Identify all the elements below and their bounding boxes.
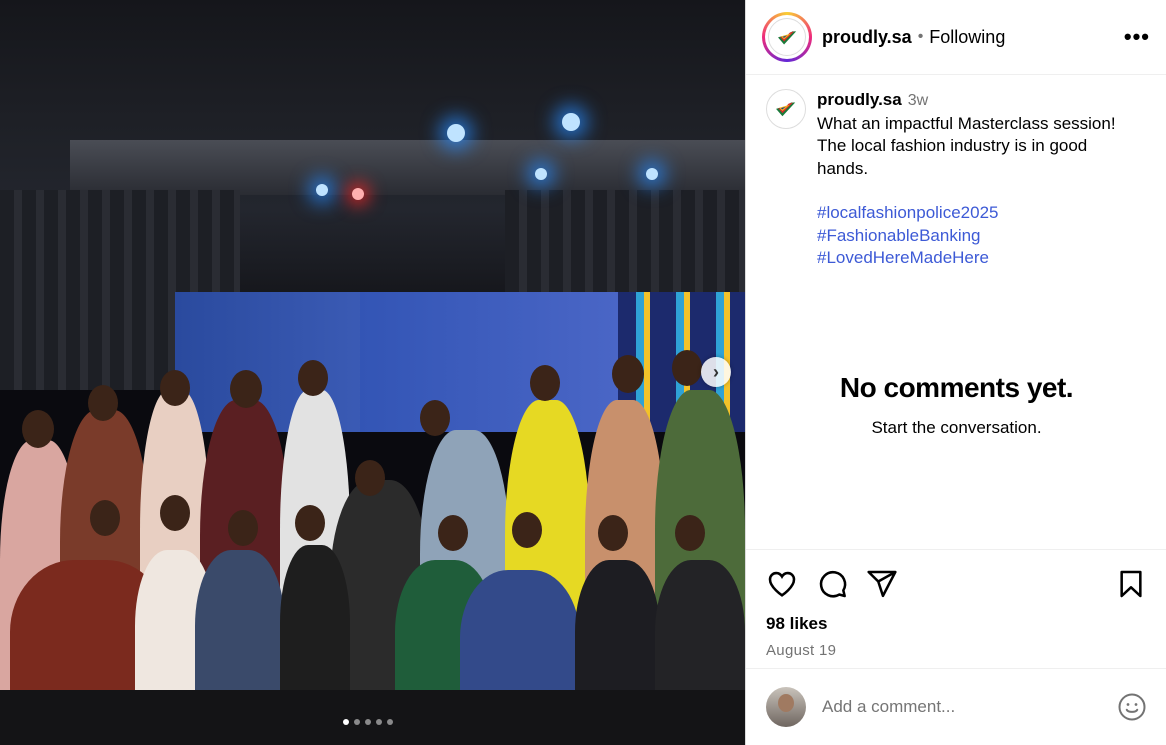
carousel-dot[interactable] — [387, 719, 393, 725]
post-photo[interactable]: › — [0, 0, 745, 745]
carousel-next-button[interactable]: › — [701, 357, 731, 387]
post-caption: proudly.sa 3w What an impactful Mastercla… — [746, 75, 1166, 270]
stage-floor — [0, 690, 745, 745]
comment-icon[interactable] — [816, 568, 848, 600]
carousel-dot[interactable] — [343, 719, 349, 725]
post-actions: 98 likes August 19 — [746, 549, 1166, 659]
bookmark-icon[interactable] — [1115, 568, 1147, 600]
share-icon[interactable] — [866, 568, 898, 600]
stage-light — [316, 184, 328, 196]
more-icon[interactable]: ••• — [1124, 24, 1150, 50]
likes-count[interactable]: 98 likes — [766, 614, 1147, 634]
no-comments-state: No comments yet. Start the conversation. — [746, 372, 1166, 438]
post-header: proudly.sa • Following ••• — [746, 0, 1166, 75]
header-username[interactable]: proudly.sa — [822, 27, 912, 48]
profile-avatar[interactable] — [762, 12, 812, 62]
group-of-people — [0, 330, 745, 745]
comment-bar — [746, 668, 1166, 745]
emoji-icon[interactable] — [1117, 692, 1147, 722]
carousel-dot[interactable] — [365, 719, 371, 725]
post-sidebar: proudly.sa • Following ••• proudly.sa 3w … — [745, 0, 1166, 745]
following-button[interactable]: Following — [929, 27, 1005, 48]
brand-logo-icon — [766, 89, 806, 129]
caption-avatar[interactable] — [766, 89, 806, 129]
hashtag-link[interactable]: #LovedHereMadeHere — [817, 247, 1117, 270]
caption-text: What an impactful Masterclass session! T… — [817, 113, 1116, 178]
caption-time[interactable]: 3w — [908, 92, 928, 109]
stage-light — [646, 168, 658, 180]
comment-input[interactable] — [822, 697, 1117, 717]
brand-logo-icon — [768, 18, 806, 56]
user-avatar[interactable] — [766, 687, 806, 727]
stage-light — [352, 188, 364, 200]
chevron-right-icon: › — [713, 361, 719, 382]
carousel-dots — [343, 719, 393, 725]
caption-username[interactable]: proudly.sa — [817, 90, 902, 109]
no-comments-subtitle: Start the conversation. — [871, 418, 1042, 437]
carousel-dot[interactable] — [376, 719, 382, 725]
no-comments-title: No comments yet. — [839, 372, 1074, 403]
hashtag-link[interactable]: #localfashionpolice2025 — [817, 202, 1117, 225]
heart-icon[interactable] — [766, 568, 798, 600]
stage-light — [535, 168, 547, 180]
carousel-dot[interactable] — [354, 719, 360, 725]
stage-light — [447, 124, 465, 142]
separator-dot: • — [917, 28, 924, 45]
lighting-truss — [70, 140, 745, 195]
post-date[interactable]: August 19 — [766, 642, 1147, 659]
stage-light — [562, 113, 580, 131]
hashtag-link[interactable]: #FashionableBanking — [817, 225, 1117, 248]
